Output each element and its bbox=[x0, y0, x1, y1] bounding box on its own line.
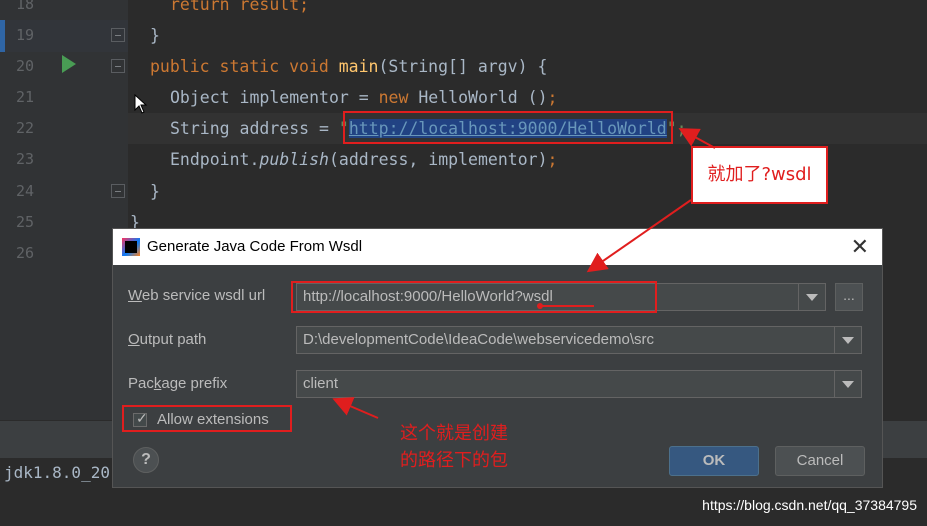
arrow-to-wsdl-field bbox=[586, 199, 692, 273]
annotation-arrows bbox=[332, 128, 716, 419]
arrow-to-url bbox=[678, 128, 716, 149]
arrow-to-package bbox=[332, 397, 379, 419]
watermark: https://blog.csdn.net/qq_37384795 bbox=[702, 497, 917, 513]
arrow-underline-dot bbox=[537, 303, 543, 309]
